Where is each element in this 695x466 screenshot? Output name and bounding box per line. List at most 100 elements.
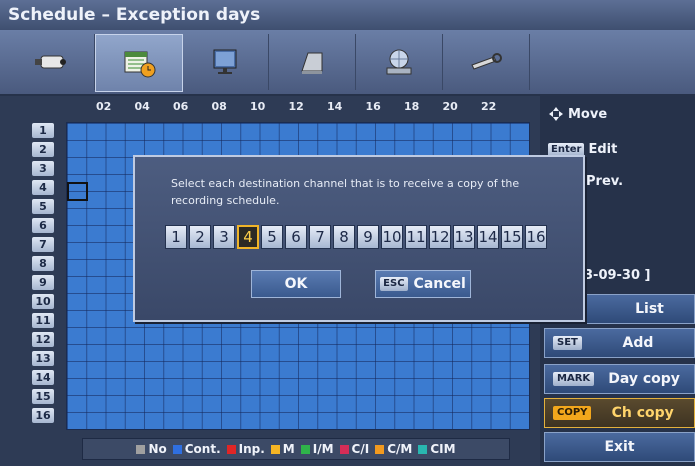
channel-copy-dialog: Select each destination channel that is … [133, 155, 585, 322]
hour-axis: 02 04 06 08 10 12 14 16 18 20 22 [0, 100, 540, 118]
legend-item: C/M [375, 442, 412, 456]
copy-key: COPY [553, 406, 592, 420]
dialog-message: Select each destination channel that is … [171, 177, 520, 207]
window-title: Schedule – Exception days [8, 5, 261, 25]
channel-button-5[interactable]: 5 [261, 225, 283, 249]
channel-button-14[interactable]: 14 [477, 225, 499, 249]
channel-label[interactable]: 5 [32, 199, 54, 214]
channel-button-16[interactable]: 16 [525, 225, 547, 249]
hour-label: 04 [134, 100, 150, 113]
legend-swatch [300, 445, 310, 454]
ok-button[interactable]: OK [251, 270, 341, 298]
channel-button-2[interactable]: 2 [189, 225, 211, 249]
channel-label[interactable]: 7 [32, 237, 54, 252]
hour-label: 10 [250, 100, 266, 113]
channel-button-13[interactable]: 13 [453, 225, 475, 249]
hour-label: 16 [365, 100, 381, 113]
prev-label: Prev. [586, 174, 624, 189]
tab-tools[interactable] [443, 34, 530, 90]
legend-swatch [172, 445, 182, 454]
channel-button-4[interactable]: 4 [237, 225, 259, 249]
hour-label: 14 [327, 100, 343, 113]
channel-label[interactable]: 16 [32, 408, 54, 423]
day-copy-label: Day copy [608, 371, 680, 387]
hour-label: 02 [96, 100, 112, 113]
add-button[interactable]: SET Add [544, 328, 695, 358]
tab-bar [0, 30, 695, 96]
legend-swatch [418, 445, 428, 454]
channel-selector: 1 2 3 4 5 6 7 8 9 10 11 12 13 14 15 16 [165, 225, 547, 249]
channel-button-1[interactable]: 1 [165, 225, 187, 249]
mark-key: MARK [553, 372, 595, 386]
ok-label: OK [284, 276, 308, 292]
channel-label[interactable]: 10 [32, 294, 54, 309]
channel-label[interactable]: 2 [32, 142, 54, 157]
legend: No Cont. Inp. M I/M C/I C/M CIM [82, 438, 510, 460]
move-hint: Move [548, 106, 607, 122]
channel-label[interactable]: 13 [32, 351, 54, 366]
channel-label[interactable]: 3 [32, 161, 54, 176]
channel-button-15[interactable]: 15 [501, 225, 523, 249]
calendar-clock-icon [124, 51, 156, 78]
legend-item: M [270, 442, 295, 456]
channel-button-10[interactable]: 10 [381, 225, 403, 249]
tools-icon [471, 53, 502, 70]
cancel-button[interactable]: ESC Cancel [375, 270, 471, 298]
exit-label: Exit [604, 439, 635, 455]
title-bar: Schedule – Exception days [0, 0, 695, 30]
channel-button-3[interactable]: 3 [213, 225, 235, 249]
legend-label: Cont. [184, 442, 221, 456]
tab-network[interactable] [356, 34, 443, 90]
legend-item: Inp. [226, 442, 265, 456]
channel-label[interactable]: 15 [32, 389, 54, 404]
move-label: Move [568, 106, 608, 122]
esc-key: ESC [380, 277, 408, 291]
legend-label: C/I [351, 442, 370, 456]
channel-label[interactable]: 9 [32, 275, 54, 290]
hour-label: 22 [481, 100, 497, 113]
channel-button-7[interactable]: 7 [309, 225, 331, 249]
cancel-label: Cancel [413, 276, 466, 292]
channel-label[interactable]: 11 [32, 313, 54, 328]
legend-item: CIM [418, 442, 456, 456]
tab-disk[interactable] [269, 34, 356, 90]
channel-button-8[interactable]: 8 [333, 225, 355, 249]
hour-label: 06 [173, 100, 189, 113]
edit-label: Edit [588, 142, 618, 157]
hour-label: 20 [442, 100, 458, 113]
channel-label[interactable]: 14 [32, 370, 54, 385]
legend-label: M [282, 442, 295, 456]
channel-label[interactable]: 8 [32, 256, 54, 271]
legend-swatch [136, 445, 146, 454]
set-key: SET [553, 336, 582, 350]
legend-label: No [148, 442, 167, 456]
prev-hint: Prev. [586, 174, 623, 189]
legend-label: CIM [430, 442, 456, 456]
legend-item: No [136, 442, 167, 456]
arrows-icon [549, 107, 563, 121]
date-range: 3-09-30 ] [584, 268, 651, 283]
ch-copy-button[interactable]: COPY Ch copy [544, 398, 695, 428]
tab-schedule[interactable] [95, 34, 183, 92]
legend-label: Inp. [238, 442, 265, 456]
legend-item: Cont. [172, 442, 221, 456]
channel-button-6[interactable]: 6 [285, 225, 307, 249]
day-copy-button[interactable]: MARK Day copy [544, 364, 695, 394]
tab-camera[interactable] [8, 34, 95, 90]
hard-disk-icon [301, 52, 323, 74]
date-text: 3-09-30 ] [584, 268, 651, 283]
channel-label[interactable]: 6 [32, 218, 54, 233]
camera-icon [35, 55, 66, 69]
channel-label[interactable]: 12 [32, 332, 54, 347]
channel-button-12[interactable]: 12 [429, 225, 451, 249]
add-label: Add [622, 335, 654, 351]
channel-button-11[interactable]: 11 [405, 225, 427, 249]
legend-label: C/M [387, 442, 413, 456]
channel-label[interactable]: 4 [32, 180, 54, 195]
legend-swatch [270, 445, 280, 454]
exit-button[interactable]: Exit [544, 432, 695, 462]
channel-button-9[interactable]: 9 [357, 225, 379, 249]
channel-label[interactable]: 1 [32, 123, 54, 138]
tab-display[interactable] [182, 34, 269, 90]
network-icon [386, 49, 412, 75]
